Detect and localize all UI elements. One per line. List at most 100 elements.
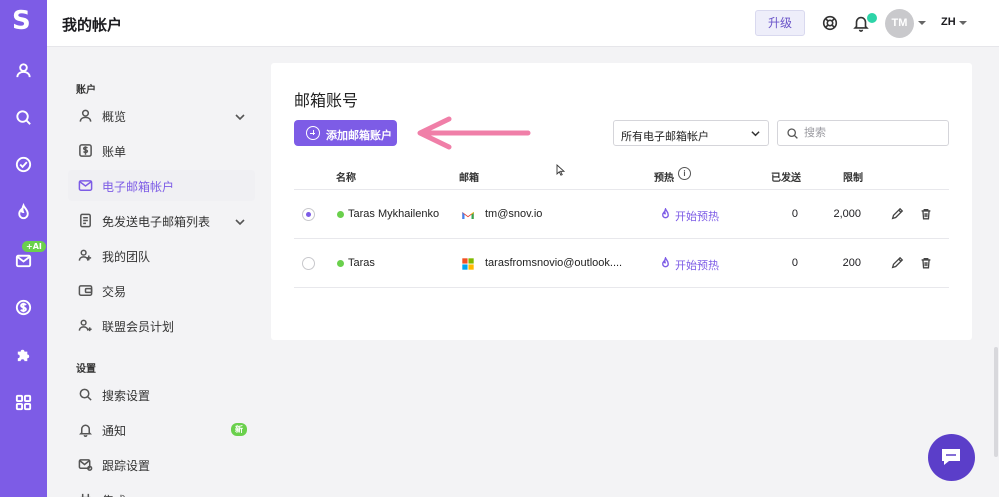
chevron-down-icon[interactable] <box>235 110 245 121</box>
search-box[interactable] <box>777 120 949 146</box>
column-header-sent[interactable]: 已发送 <box>771 169 801 184</box>
sidebar-item-label: 联盟会员计划 <box>102 320 175 334</box>
upgrade-button[interactable]: 升级 <box>755 10 805 36</box>
sidebar-item-notifications[interactable]: 通知 新 <box>68 414 255 445</box>
pink-arrow-annotation <box>417 116 531 150</box>
add-email-account-button[interactable]: 添加邮箱账户 <box>294 120 397 146</box>
check-circle-icon[interactable] <box>14 155 33 174</box>
avatar[interactable]: TM <box>885 9 914 38</box>
sidebar-item-integrations[interactable]: 集成 <box>68 484 255 497</box>
flame-icon[interactable] <box>14 202 33 222</box>
account-filter-value: 所有电子邮箱帐户 <box>621 131 709 143</box>
table-row[interactable]: Taras tarasfromsnovio@outlook.... 开始预热 0… <box>294 239 949 287</box>
search-icon <box>78 387 93 402</box>
bell-icon <box>78 422 93 437</box>
sidebar-item-label: 概览 <box>102 110 127 124</box>
new-badge: 新 <box>231 423 247 436</box>
add-email-account-label: 添加邮箱账户 <box>326 130 392 142</box>
gmail-icon <box>461 210 475 220</box>
start-warmup-link[interactable]: 开始预热 <box>675 257 719 273</box>
user-plus-icon <box>78 318 93 333</box>
microsoft-icon <box>462 258 474 270</box>
list-icon <box>78 213 93 228</box>
chevron-down-icon[interactable] <box>918 21 926 25</box>
section-title-settings: 设置 <box>76 364 96 375</box>
puzzle-icon[interactable] <box>14 345 33 364</box>
page-title: 我的帐户 <box>62 17 123 34</box>
chevron-down-icon[interactable] <box>235 215 245 226</box>
info-icon[interactable]: i <box>678 167 691 180</box>
status-dot <box>337 260 344 267</box>
send-limit: 2,000 <box>833 208 861 220</box>
plug-icon <box>78 492 93 497</box>
sidebar-item-label: 跟踪设置 <box>102 459 151 473</box>
account-email: tm@snov.io <box>485 208 543 220</box>
mail-icon[interactable] <box>14 251 33 270</box>
mail-tracking-icon <box>78 457 93 472</box>
scrollbar-thumb[interactable] <box>994 347 998 457</box>
chat-bubble-icon <box>942 449 960 465</box>
sidebar-item-transactions[interactable]: 交易 <box>68 275 255 306</box>
top-bar: 我的帐户 升级 TM ZH <box>47 0 999 47</box>
notification-dot <box>867 13 877 23</box>
sidebar-item-label: 集成 <box>102 492 126 497</box>
contacts-icon[interactable] <box>14 61 33 80</box>
mouse-cursor-icon <box>556 164 565 176</box>
row-select-radio[interactable] <box>302 257 315 270</box>
delete-trash-icon[interactable] <box>919 256 933 270</box>
sent-count: 0 <box>791 208 798 220</box>
dollar-circle-icon[interactable] <box>14 298 33 317</box>
start-warmup-link[interactable]: 开始预热 <box>675 208 719 224</box>
sidebar-item-label: 账单 <box>102 145 127 159</box>
sidebar-item-label: 电子邮箱帐户 <box>102 180 175 194</box>
account-email: tarasfromsnovio@outlook.... <box>485 257 623 269</box>
settings-sidebar: 账户 概览 账单 电子邮箱帐户 免发送电子邮箱列表 我的团队 交易 联盟会员计划… <box>47 47 270 497</box>
language-selector[interactable]: ZH <box>941 16 956 28</box>
page-scrollbar[interactable] <box>993 47 999 497</box>
apps-grid-icon[interactable] <box>14 393 33 412</box>
sidebar-item-label: 通知 <box>102 424 127 438</box>
section-title: 邮箱账号 <box>294 93 359 110</box>
account-filter-select[interactable]: 所有电子邮箱帐户 <box>613 120 769 146</box>
search-icon[interactable] <box>14 108 33 127</box>
app-rail: S +AI <box>0 0 47 497</box>
column-header-email[interactable]: 邮箱 <box>459 169 479 184</box>
sent-count: 0 <box>791 257 798 269</box>
mail-icon <box>78 178 93 193</box>
dollar-icon <box>78 143 93 158</box>
search-input[interactable] <box>804 125 944 141</box>
user-icon <box>78 108 93 123</box>
sidebar-item-overview[interactable]: 概览 <box>68 100 255 131</box>
sidebar-item-my-team[interactable]: 我的团队 <box>68 240 255 271</box>
edit-pencil-icon[interactable] <box>890 256 904 270</box>
sidebar-item-label: 我的团队 <box>102 250 151 264</box>
chevron-down-icon[interactable] <box>959 21 967 25</box>
plus-circle-icon <box>306 126 320 140</box>
app-logo[interactable]: S <box>12 6 36 38</box>
sidebar-item-label: 交易 <box>102 285 127 299</box>
search-icon <box>787 128 798 139</box>
flame-icon <box>660 256 671 270</box>
sidebar-item-affiliate[interactable]: 联盟会员计划 <box>68 310 255 341</box>
table-row[interactable]: Taras Mykhailenko tm@snov.io 开始预热 0 2,00… <box>294 190 949 238</box>
row-select-radio[interactable] <box>302 208 315 221</box>
table-divider <box>294 287 949 288</box>
sidebar-item-label: 搜索设置 <box>102 389 151 403</box>
send-limit: 200 <box>842 257 861 269</box>
sidebar-item-billing[interactable]: 账单 <box>68 135 255 166</box>
email-accounts-card: 邮箱账号 添加邮箱账户 所有电子邮箱帐户 名称 邮箱 预热 i 已发送 限制 T… <box>271 63 972 340</box>
sidebar-item-search-settings[interactable]: 搜索设置 <box>68 379 255 410</box>
edit-pencil-icon[interactable] <box>890 207 904 221</box>
column-header-warmup[interactable]: 预热 <box>654 169 674 184</box>
column-header-limit[interactable]: 限制 <box>843 169 863 184</box>
delete-trash-icon[interactable] <box>919 207 933 221</box>
chevron-down-icon <box>751 129 760 138</box>
team-icon <box>78 248 93 263</box>
help-lifebuoy-icon[interactable] <box>821 14 839 32</box>
column-header-name[interactable]: 名称 <box>336 169 356 184</box>
sidebar-item-do-not-email-list[interactable]: 免发送电子邮箱列表 <box>68 205 255 236</box>
sidebar-item-tracking-settings[interactable]: 跟踪设置 <box>68 449 255 480</box>
sidebar-item-email-accounts[interactable]: 电子邮箱帐户 <box>68 170 255 201</box>
account-name: Taras <box>348 257 375 269</box>
chat-support-button[interactable] <box>928 434 975 481</box>
